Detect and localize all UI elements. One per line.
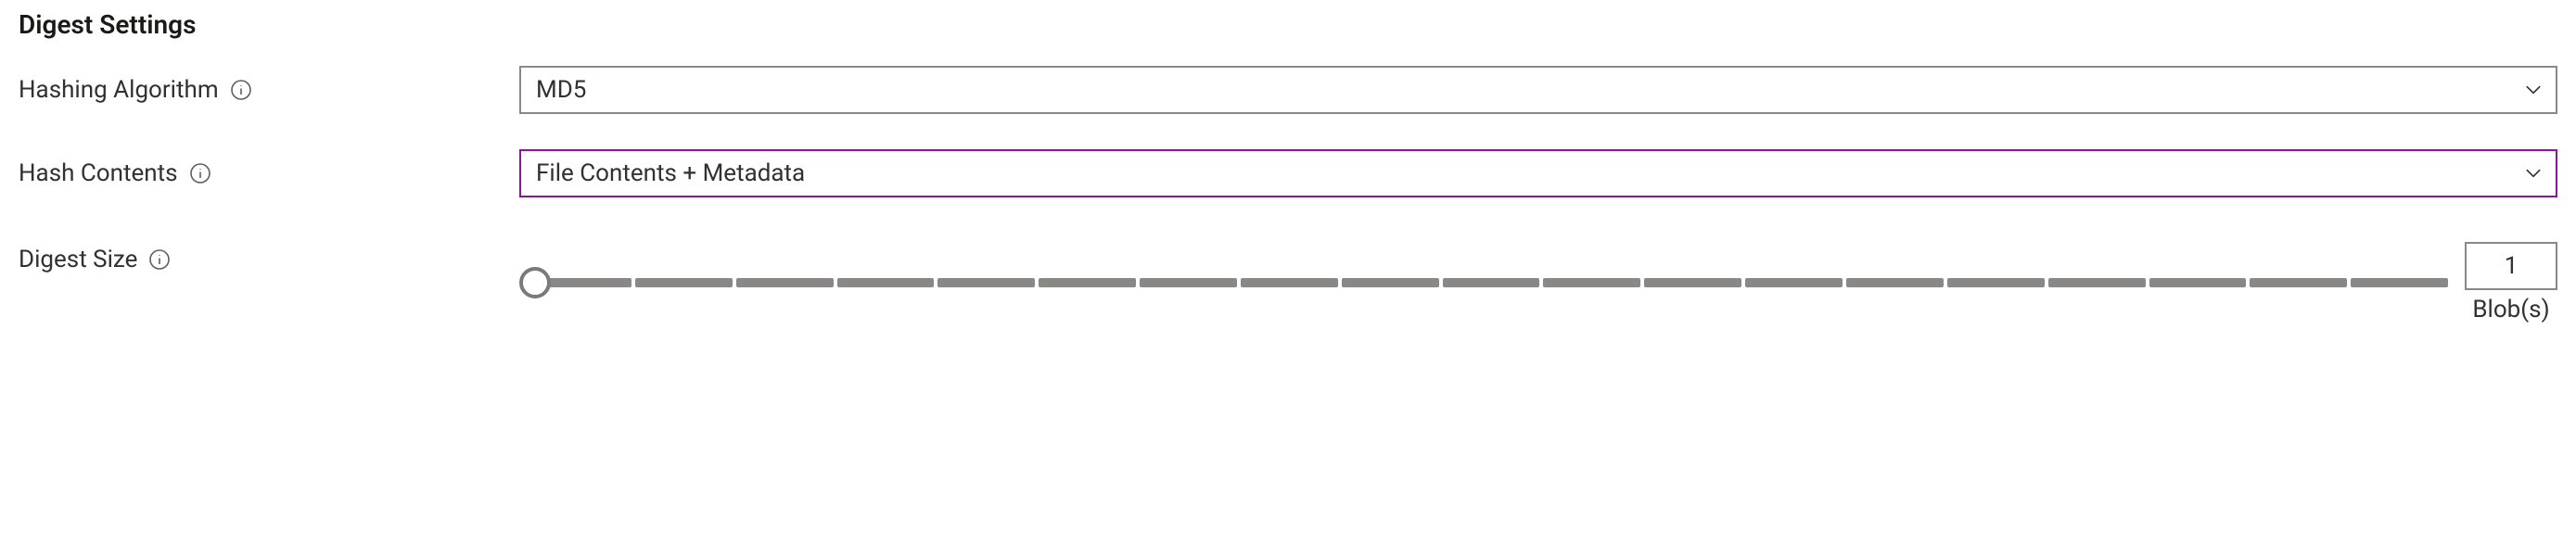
label-text: Hashing Algorithm bbox=[19, 76, 219, 104]
section-title: Digest Settings bbox=[19, 9, 2557, 40]
digest-size-unit: Blob(s) bbox=[2472, 296, 2549, 323]
row-digest-size: Digest Size 1 Blob(s) bbox=[19, 233, 2557, 323]
chevron-down-icon bbox=[2524, 164, 2543, 183]
hash-contents-select[interactable]: File Contents + Metadata bbox=[519, 149, 2557, 197]
digest-size-input[interactable]: 1 bbox=[2465, 242, 2557, 290]
info-icon[interactable] bbox=[148, 248, 171, 271]
select-value: MD5 bbox=[536, 76, 586, 104]
select-value: File Contents + Metadata bbox=[536, 159, 805, 187]
row-hashing-algorithm: Hashing Algorithm MD5 bbox=[19, 66, 2557, 114]
info-icon[interactable] bbox=[230, 79, 252, 101]
label-text: Hash Contents bbox=[19, 159, 178, 187]
slider-thumb[interactable] bbox=[519, 267, 551, 298]
label-hashing-algorithm: Hashing Algorithm bbox=[19, 76, 519, 104]
hashing-algorithm-select[interactable]: MD5 bbox=[519, 66, 2557, 114]
chevron-down-icon bbox=[2524, 81, 2543, 99]
label-hash-contents: Hash Contents bbox=[19, 159, 519, 187]
label-digest-size: Digest Size bbox=[19, 233, 519, 273]
digest-size-slider[interactable] bbox=[519, 266, 2448, 299]
row-hash-contents: Hash Contents File Contents + Metadata bbox=[19, 149, 2557, 197]
slider-track bbox=[534, 278, 2448, 287]
label-text: Digest Size bbox=[19, 246, 137, 273]
info-icon[interactable] bbox=[189, 162, 211, 184]
